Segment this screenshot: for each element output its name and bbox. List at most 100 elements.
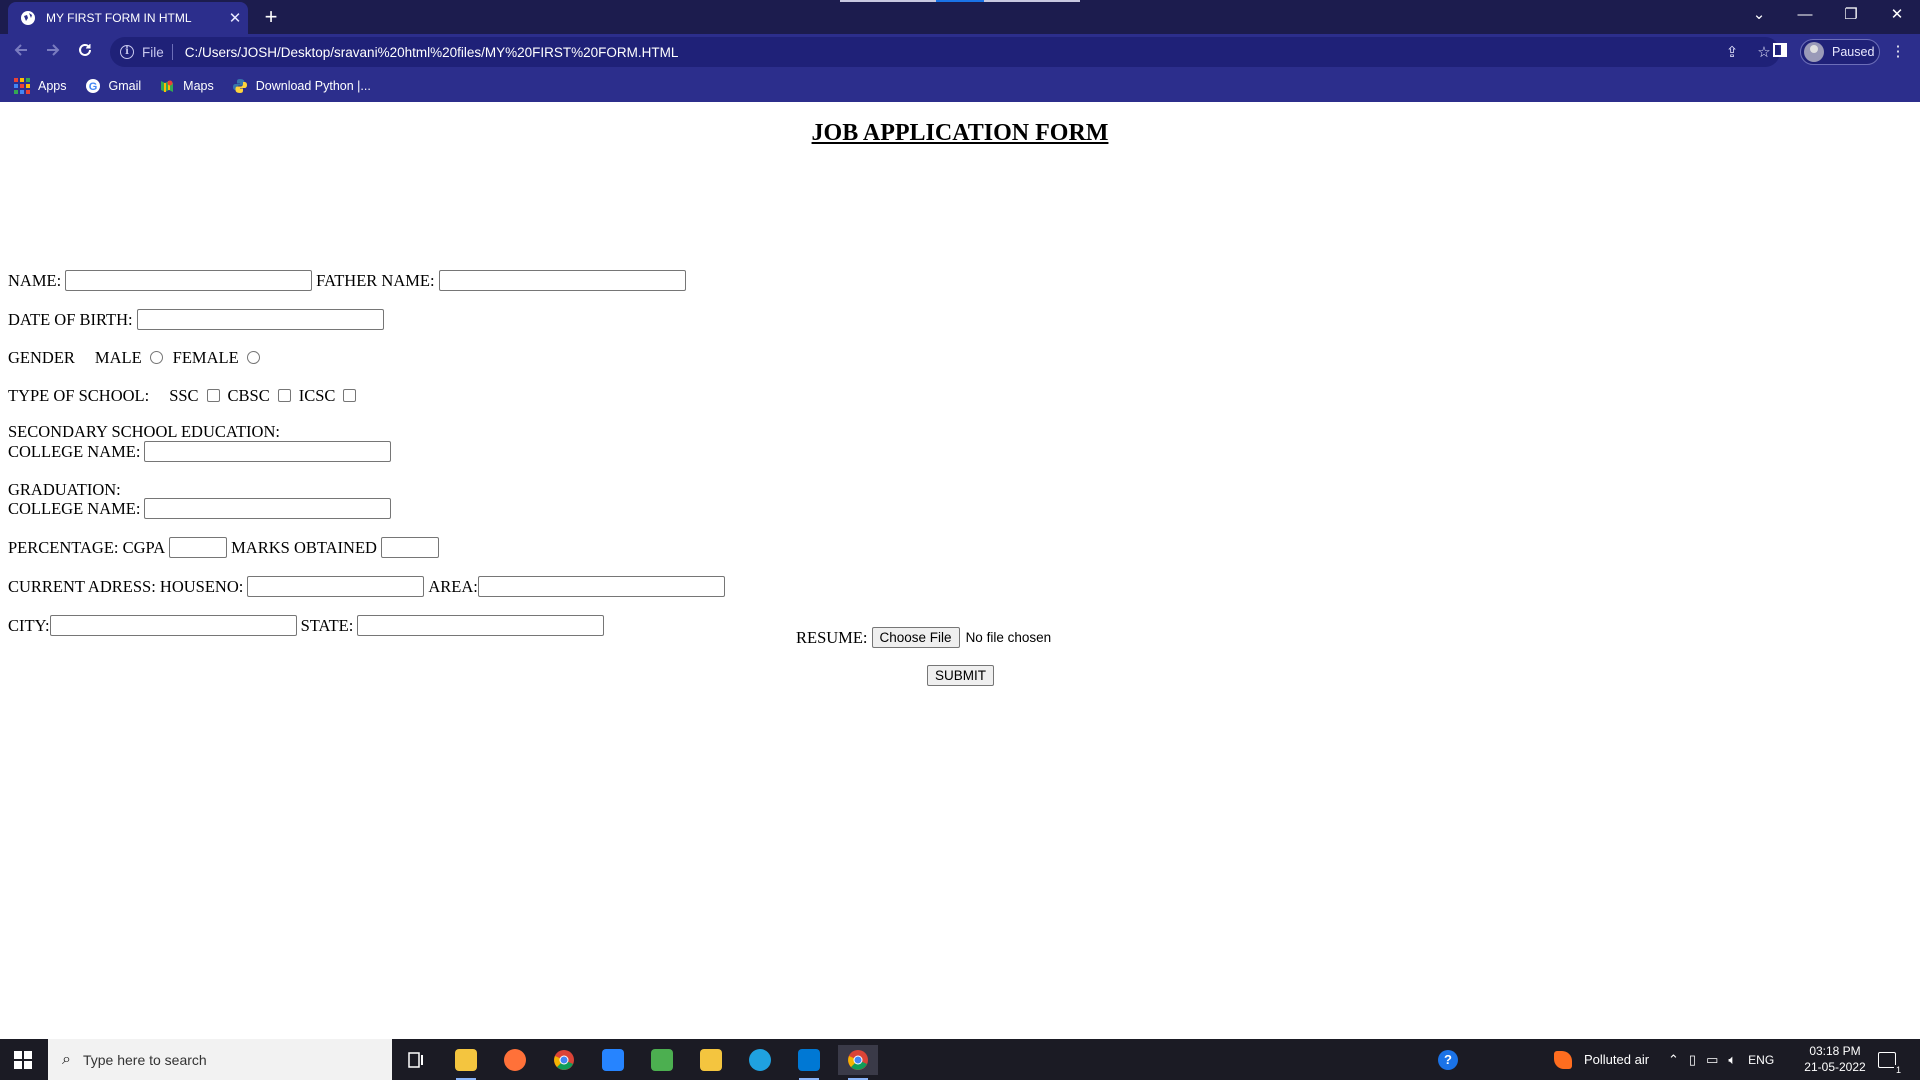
windows-taskbar: ⌕ Type here to search ? Polluted air ⌃ ▯ <box>0 1039 1920 1080</box>
resume-row: RESUME: Choose File No file chosen <box>796 627 1051 648</box>
tray-icons: ⌃ ▯ ▭ 🔈︎ ENG <box>1668 1039 1774 1080</box>
arrow-right-icon <box>47 44 60 56</box>
store-icon[interactable] <box>691 1045 731 1075</box>
url-scheme: File <box>142 44 164 60</box>
bookmark-gmail[interactable]: G Gmail <box>85 78 142 94</box>
dob-row: DATE OF BIRTH: <box>8 309 388 330</box>
choose-file-button[interactable]: Choose File <box>871 627 960 648</box>
vscode-icon[interactable] <box>789 1045 829 1080</box>
secondary-college-input[interactable] <box>144 441 392 462</box>
icsc-label: ICSC <box>298 386 336 405</box>
tab-active[interactable]: MY FIRST FORM IN HTML ✕ <box>8 2 248 34</box>
minimize-button[interactable]: — <box>1782 0 1828 30</box>
url-text[interactable]: C:/Users/JOSH/Desktop/sravani%20html%20f… <box>185 45 1716 60</box>
chevron-up-icon[interactable]: ⌃ <box>1668 1052 1679 1068</box>
icsc-checkbox[interactable] <box>343 388 357 402</box>
address-bar[interactable]: i File C:/Users/JOSH/Desktop/sravani%20h… <box>110 37 1780 67</box>
houseno-input[interactable] <box>247 576 425 597</box>
google-icon: G <box>85 79 100 93</box>
female-label: FEMALE <box>172 348 239 367</box>
cbsc-checkbox[interactable] <box>277 388 291 402</box>
dob-input[interactable] <box>136 309 384 330</box>
windows-start-icon[interactable] <box>14 1051 32 1069</box>
svg-text:G: G <box>88 81 97 93</box>
gender-label: GENDER <box>8 348 75 367</box>
school-type-label: TYPE OF SCHOOL: <box>8 386 150 405</box>
tab-indicator <box>984 0 1080 2</box>
chrome-active-icon[interactable] <box>838 1045 878 1080</box>
dob-label: DATE OF BIRTH: <box>8 309 133 329</box>
weather-widget[interactable]: Polluted air <box>1554 1039 1649 1080</box>
area-label: AREA: <box>428 576 478 596</box>
network-icon[interactable]: ▭ <box>1706 1052 1718 1068</box>
male-radio[interactable] <box>149 350 163 364</box>
forward-button[interactable] <box>40 39 66 65</box>
father-name-input[interactable] <box>438 270 686 291</box>
father-name-label: FATHER NAME: <box>316 270 435 290</box>
bookmark-python[interactable]: Download Python |... <box>232 78 371 94</box>
volume-icon[interactable]: 🔈︎ <box>1728 1052 1736 1068</box>
firefox-icon[interactable] <box>495 1045 535 1075</box>
clock[interactable]: 03:18 PM 21-05-2022 <box>1800 1043 1870 1075</box>
college-name-label: COLLEGE NAME: <box>8 441 141 461</box>
tab-close-icon[interactable]: ✕ <box>222 9 248 27</box>
task-view-icon[interactable] <box>396 1045 436 1075</box>
weather-text: Polluted air <box>1584 1052 1650 1067</box>
maps-icon <box>161 80 174 92</box>
female-radio[interactable] <box>246 350 260 364</box>
search-placeholder: Type here to search <box>82 1051 207 1068</box>
tab-title: MY FIRST FORM IN HTML <box>46 11 192 25</box>
graduation-college-row: COLLEGE NAME: <box>8 498 395 519</box>
gender-row: GENDER MALE FEMALE <box>8 348 270 368</box>
chrome-icon[interactable] <box>544 1045 584 1075</box>
graduation-college-input[interactable] <box>144 498 392 519</box>
side-panel-icon[interactable] <box>1770 42 1790 62</box>
notification-count: 1 <box>1893 1064 1903 1075</box>
marks-input[interactable] <box>380 537 439 558</box>
bookmark-label: Gmail <box>108 79 142 93</box>
page-content: JOB APPLICATION FORM NAME: FATHER NAME: … <box>0 102 1920 1039</box>
name-input[interactable] <box>65 270 313 291</box>
arrow-left-icon <box>14 44 27 56</box>
bookmark-apps[interactable]: Apps <box>14 78 67 94</box>
tab-indicator-active <box>936 0 984 2</box>
new-tab-button[interactable]: + <box>258 3 284 31</box>
edge-icon[interactable] <box>740 1045 780 1075</box>
language-indicator[interactable]: ENG <box>1748 1053 1774 1067</box>
state-input[interactable] <box>357 615 605 636</box>
area-input[interactable] <box>477 576 725 597</box>
city-label: CITY: <box>8 615 50 635</box>
tab-indicator <box>840 0 936 2</box>
city-input[interactable] <box>49 615 297 636</box>
bookmark-maps[interactable]: Maps <box>159 78 214 94</box>
sourcetree-icon[interactable] <box>593 1045 633 1075</box>
tab-search-button[interactable]: ⌄ <box>1736 0 1782 30</box>
notification-icon[interactable]: 1 <box>1878 1039 1903 1080</box>
menu-kebab-icon[interactable]: ⋮ <box>1888 42 1908 62</box>
share-icon[interactable]: ⇪ <box>1716 43 1748 61</box>
submit-row: SUBMIT <box>927 665 995 686</box>
college-name-label: COLLEGE NAME: <box>8 498 141 518</box>
cgpa-input[interactable] <box>169 537 228 558</box>
bookmarks-bar: Apps G Gmail Maps Download Python |... <box>0 70 1920 102</box>
close-window-button[interactable]: ✕ <box>1874 0 1920 30</box>
site-info-icon[interactable]: i <box>120 45 134 59</box>
taskbar-search-box[interactable]: ⌕ Type here to search <box>48 1039 392 1080</box>
file-explorer-icon[interactable] <box>446 1045 486 1080</box>
ssc-checkbox[interactable] <box>206 388 220 402</box>
submit-button[interactable]: SUBMIT <box>927 665 995 686</box>
help-icon[interactable]: ? <box>1438 1039 1458 1080</box>
bookmark-label: Maps <box>183 79 214 93</box>
restore-button[interactable]: ❐ <box>1828 0 1874 30</box>
file-status-text: No file chosen <box>965 630 1052 645</box>
ssc-label: SSC <box>169 386 199 405</box>
clock-date: 21-05-2022 <box>1804 1060 1866 1074</box>
back-button[interactable] <box>8 39 34 65</box>
reload-button[interactable] <box>72 39 98 65</box>
profile-button[interactable]: Paused <box>1800 39 1880 65</box>
app-icon[interactable] <box>642 1045 682 1075</box>
name-label: NAME: <box>8 270 62 290</box>
bookmark-label: Apps <box>38 79 67 93</box>
device-icon[interactable]: ▯ <box>1689 1052 1696 1068</box>
search-icon: ⌕ <box>62 1050 71 1068</box>
